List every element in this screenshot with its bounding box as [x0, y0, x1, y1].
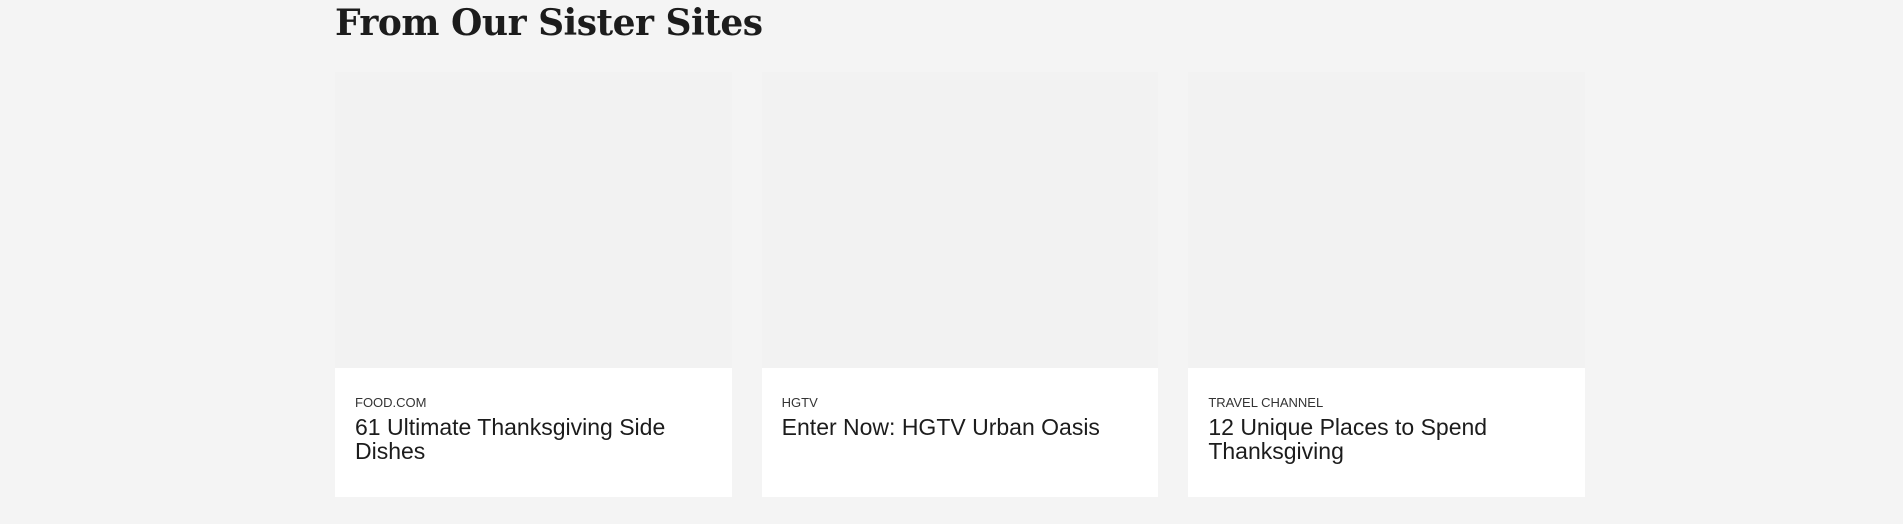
card-headline[interactable]: 61 Ultimate Thanksgiving Side Dishes	[355, 415, 712, 463]
card-body: HGTV Enter Now: HGTV Urban Oasis	[762, 395, 1159, 439]
card-body: FOOD.COM 61 Ultimate Thanksgiving Side D…	[335, 395, 732, 463]
card-image-placeholder[interactable]	[335, 72, 732, 368]
sister-site-card-food-com[interactable]: FOOD.COM 61 Ultimate Thanksgiving Side D…	[335, 72, 732, 497]
card-headline[interactable]: Enter Now: HGTV Urban Oasis	[782, 415, 1139, 439]
section-title: From Our Sister Sites	[335, 2, 763, 44]
sister-site-card-travel-channel[interactable]: TRAVEL CHANNEL 12 Unique Places to Spend…	[1188, 72, 1586, 497]
card-brand: HGTV	[781, 395, 818, 410]
card-image-placeholder[interactable]	[1188, 72, 1586, 368]
sister-sites-section: From Our Sister Sites FOOD.COM 61 Ultima…	[335, 0, 1586, 497]
card-brand: FOOD.COM	[355, 395, 427, 410]
card-brand: TRAVEL CHANNEL	[1208, 395, 1324, 410]
card-body: TRAVEL CHANNEL 12 Unique Places to Spend…	[1188, 395, 1585, 463]
card-headline[interactable]: 12 Unique Places to Spend Thanksgiving	[1208, 415, 1565, 463]
cards-row: FOOD.COM 61 Ultimate Thanksgiving Side D…	[335, 72, 1586, 497]
sister-site-card-hgtv[interactable]: HGTV Enter Now: HGTV Urban Oasis	[761, 72, 1159, 497]
card-image-placeholder[interactable]	[761, 72, 1159, 368]
